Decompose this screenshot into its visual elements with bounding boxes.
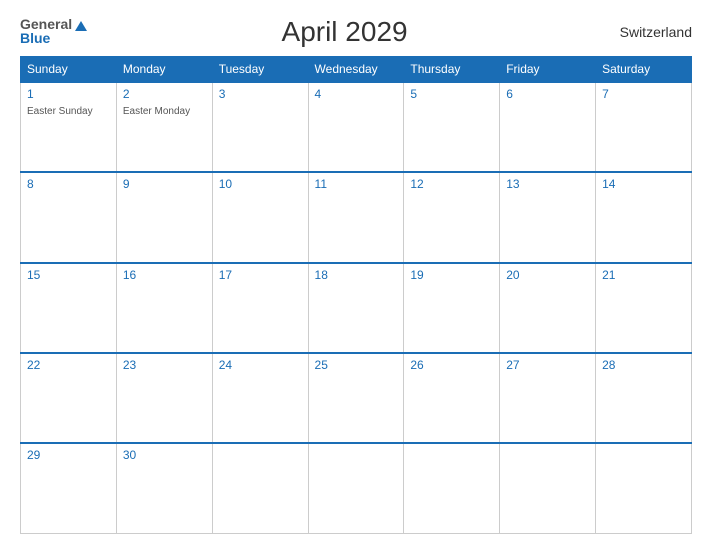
country-label: Switzerland xyxy=(602,24,692,40)
calendar-cell: 26 xyxy=(404,353,500,443)
calendar-cell: 19 xyxy=(404,263,500,353)
calendar-week-4: 22 23 24 25 26 27 28 xyxy=(21,353,692,443)
day-number: 18 xyxy=(315,268,398,282)
calendar-cell: 3 xyxy=(212,82,308,172)
calendar-cell: 20 xyxy=(500,263,596,353)
calendar-cell: 14 xyxy=(596,172,692,262)
day-number: 21 xyxy=(602,268,685,282)
day-number: 1 xyxy=(27,87,110,101)
logo-blue-text: Blue xyxy=(20,30,50,46)
day-number: 16 xyxy=(123,268,206,282)
calendar-cell: 11 xyxy=(308,172,404,262)
col-thursday: Thursday xyxy=(404,57,500,83)
day-number: 9 xyxy=(123,177,206,191)
day-number: 22 xyxy=(27,358,110,372)
day-number: 6 xyxy=(506,87,589,101)
calendar-header-row: Sunday Monday Tuesday Wednesday Thursday… xyxy=(21,57,692,83)
day-number: 29 xyxy=(27,448,110,462)
calendar-cell: 27 xyxy=(500,353,596,443)
calendar-cell: 16 xyxy=(116,263,212,353)
day-number: 19 xyxy=(410,268,493,282)
calendar-cell: 2 Easter Monday xyxy=(116,82,212,172)
calendar-week-1: 1 Easter Sunday 2 Easter Monday 34567 xyxy=(21,82,692,172)
day-number: 12 xyxy=(410,177,493,191)
calendar-cell: 10 xyxy=(212,172,308,262)
page-title: April 2029 xyxy=(87,16,602,48)
calendar-cell: 28 xyxy=(596,353,692,443)
day-number: 10 xyxy=(219,177,302,191)
calendar-cell: 6 xyxy=(500,82,596,172)
calendar-cell xyxy=(212,443,308,533)
col-sunday: Sunday xyxy=(21,57,117,83)
logo-triangle-icon xyxy=(75,21,87,31)
day-number: 17 xyxy=(219,268,302,282)
holiday-label: Easter Monday xyxy=(123,106,190,117)
day-number: 25 xyxy=(315,358,398,372)
calendar-cell: 1 Easter Sunday xyxy=(21,82,117,172)
holiday-label: Easter Sunday xyxy=(27,106,93,117)
col-monday: Monday xyxy=(116,57,212,83)
calendar-cell: 9 xyxy=(116,172,212,262)
day-number: 26 xyxy=(410,358,493,372)
calendar-cell xyxy=(308,443,404,533)
logo: General Blue xyxy=(20,17,87,47)
day-number: 14 xyxy=(602,177,685,191)
calendar-cell: 17 xyxy=(212,263,308,353)
day-number: 30 xyxy=(123,448,206,462)
logo-general-text: General xyxy=(20,17,72,31)
calendar-cell xyxy=(404,443,500,533)
day-number: 4 xyxy=(315,87,398,101)
day-number: 3 xyxy=(219,87,302,101)
col-wednesday: Wednesday xyxy=(308,57,404,83)
calendar-cell: 22 xyxy=(21,353,117,443)
day-number: 27 xyxy=(506,358,589,372)
calendar-cell: 7 xyxy=(596,82,692,172)
col-saturday: Saturday xyxy=(596,57,692,83)
calendar-week-5: 29 30 xyxy=(21,443,692,533)
day-number: 7 xyxy=(602,87,685,101)
calendar-table: Sunday Monday Tuesday Wednesday Thursday… xyxy=(20,56,692,534)
calendar-cell: 15 xyxy=(21,263,117,353)
calendar-cell: 23 xyxy=(116,353,212,443)
day-number: 23 xyxy=(123,358,206,372)
calendar-cell: 30 xyxy=(116,443,212,533)
page: General Blue April 2029 Switzerland Sund… xyxy=(0,0,712,550)
calendar-cell: 5 xyxy=(404,82,500,172)
day-number: 2 xyxy=(123,87,206,101)
day-number: 24 xyxy=(219,358,302,372)
day-number: 8 xyxy=(27,177,110,191)
calendar-cell: 21 xyxy=(596,263,692,353)
day-number: 20 xyxy=(506,268,589,282)
calendar-cell: 8 xyxy=(21,172,117,262)
calendar-cell xyxy=(596,443,692,533)
calendar-cell xyxy=(500,443,596,533)
day-number: 11 xyxy=(315,177,398,191)
col-friday: Friday xyxy=(500,57,596,83)
calendar-cell: 29 xyxy=(21,443,117,533)
col-tuesday: Tuesday xyxy=(212,57,308,83)
day-number: 5 xyxy=(410,87,493,101)
calendar-cell: 12 xyxy=(404,172,500,262)
calendar-week-3: 15 16 17 18 19 20 21 xyxy=(21,263,692,353)
calendar-cell: 13 xyxy=(500,172,596,262)
day-number: 15 xyxy=(27,268,110,282)
day-number: 28 xyxy=(602,358,685,372)
header: General Blue April 2029 Switzerland xyxy=(20,16,692,48)
day-number: 13 xyxy=(506,177,589,191)
calendar-week-2: 89 10 11 12 13 14 xyxy=(21,172,692,262)
calendar-cell: 25 xyxy=(308,353,404,443)
calendar-cell: 24 xyxy=(212,353,308,443)
calendar-cell: 18 xyxy=(308,263,404,353)
calendar-cell: 4 xyxy=(308,82,404,172)
